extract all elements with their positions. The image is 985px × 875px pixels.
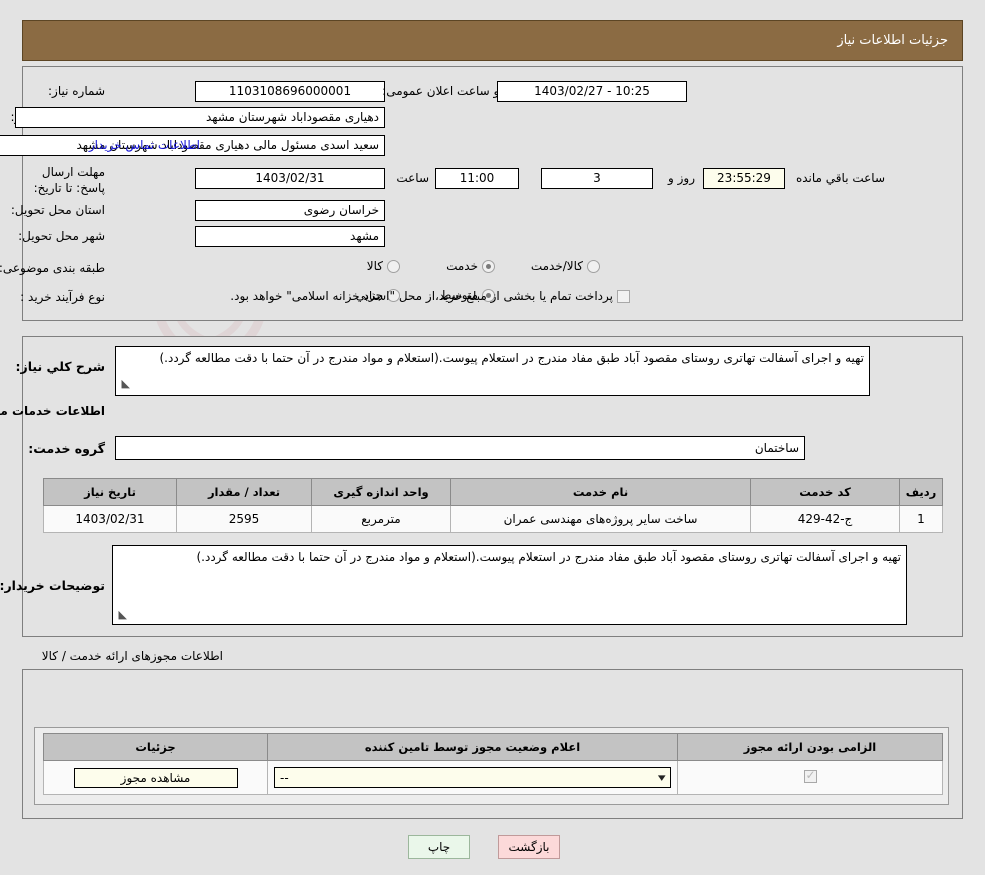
back-button[interactable]: بازگشت bbox=[498, 835, 560, 859]
label-process-type: نوع فرآیند خرید : bbox=[20, 290, 105, 304]
cell-quantity: 2595 bbox=[177, 506, 312, 533]
textarea-need-description[interactable]: تهیه و اجرای آسفالت تهاتری روستای مقصود … bbox=[115, 346, 870, 396]
th-unit: واحد اندازه گیری bbox=[312, 479, 451, 506]
th-service-code: کد خدمت bbox=[751, 479, 900, 506]
radio-label: کالا bbox=[367, 259, 383, 273]
view-license-button[interactable]: مشاهده مجوز bbox=[74, 768, 238, 788]
cell-service-name: ساخت سایر پروژه‌های مهندسی عمران bbox=[451, 506, 751, 533]
page-root: AriaTender.net جزئیات اطلاعات نیاز شماره… bbox=[0, 0, 985, 875]
value-days-left: 3 bbox=[541, 168, 653, 189]
th-license-details: جزئیات bbox=[44, 734, 268, 761]
checkbox-treasury-documents[interactable]: پرداخت تمام یا بخشی از مبلغ خرید،از محل … bbox=[230, 289, 630, 303]
value-need-number: 1103108696000001 bbox=[195, 81, 385, 102]
value-province: خراسان رضوی bbox=[195, 200, 385, 221]
label-province: استان محل تحویل: bbox=[11, 203, 105, 217]
radio-category-service[interactable]: خدمت bbox=[446, 259, 495, 273]
licenses-table-header-row: الزامی بودن ارائه مجوز اعلام وضعیت مجوز … bbox=[44, 734, 943, 761]
summary-panel bbox=[22, 66, 963, 321]
radio-circle[interactable] bbox=[587, 260, 600, 273]
th-row-no: ردیف bbox=[900, 479, 943, 506]
radio-label: خدمت bbox=[446, 259, 478, 273]
chevron-down-icon: ▾ bbox=[658, 771, 666, 784]
label-deadline: مهلت ارسال پاسخ: تا تاریخ: bbox=[20, 164, 105, 196]
radio-label: کالا/خدمت bbox=[531, 259, 583, 273]
cell-unit: مترمربع bbox=[312, 506, 451, 533]
table-row: ▾ -- مشاهده مجوز bbox=[44, 761, 943, 795]
radio-circle[interactable] bbox=[482, 260, 495, 273]
radio-category-goods[interactable]: کالا bbox=[367, 259, 400, 273]
value-announce-datetime: 10:25 - 1403/02/27 bbox=[497, 81, 687, 102]
label-hour: ساعت bbox=[396, 171, 429, 185]
radio-circle[interactable] bbox=[387, 260, 400, 273]
value-buyer-org: دهیاری مقصوداباد شهرستان مشهد bbox=[15, 107, 385, 128]
value-time-left: 23:55:29 bbox=[703, 168, 785, 189]
page-title: جزئیات اطلاعات نیاز bbox=[837, 33, 962, 48]
th-need-date: تاریخ نیاز bbox=[44, 479, 177, 506]
radio-category-goods-service[interactable]: کالا/خدمت bbox=[531, 259, 600, 273]
th-service-name: نام خدمت bbox=[451, 479, 751, 506]
services-table-header-row: ردیف کد خدمت نام خدمت واحد اندازه گیری ت… bbox=[44, 479, 943, 506]
value-city: مشهد bbox=[195, 226, 385, 247]
services-table: ردیف کد خدمت نام خدمت واحد اندازه گیری ت… bbox=[43, 478, 943, 533]
label-city: شهر محل تحویل: bbox=[18, 229, 105, 243]
th-license-required: الزامی بودن ارائه مجوز bbox=[678, 734, 943, 761]
label-service-group: گروه خدمت: bbox=[28, 441, 105, 456]
heading-services-info: اطلاعات خدمات مورد نیاز bbox=[0, 404, 105, 418]
label-hours-left: ساعت باقي مانده bbox=[796, 171, 885, 185]
cell-need-date: 1403/02/31 bbox=[44, 506, 177, 533]
value-deadline-hour: 11:00 bbox=[435, 168, 519, 189]
checkbox-box[interactable] bbox=[617, 290, 630, 303]
cell-license-required bbox=[678, 761, 943, 795]
label-category: طبقه بندی موضوعی: bbox=[0, 261, 105, 275]
label-days-and: روز و bbox=[668, 171, 695, 185]
cell-service-code: ج-42-429 bbox=[751, 506, 900, 533]
label-need-number: شماره نیاز: bbox=[48, 84, 105, 98]
print-button[interactable]: چاپ bbox=[408, 835, 470, 859]
label-need-description: شرح کلي نیاز: bbox=[16, 359, 105, 374]
cell-row-no: 1 bbox=[900, 506, 943, 533]
buyer-contact-link[interactable]: اطلاعات تماس خریدار bbox=[89, 138, 200, 152]
table-row: 1 ج-42-429 ساخت سایر پروژه‌های مهندسی عم… bbox=[44, 506, 943, 533]
heading-licenses: اطلاعات مجوزهای ارائه خدمت / کالا bbox=[42, 649, 223, 663]
value-deadline-date: 1403/02/31 bbox=[195, 168, 385, 189]
checkbox-label: پرداخت تمام یا بخشی از مبلغ خرید،از محل … bbox=[230, 289, 613, 303]
value-service-group: ساختمان bbox=[115, 436, 805, 460]
checkbox-license-required bbox=[804, 770, 817, 783]
textarea-buyer-notes[interactable]: تهیه و اجرای آسفالت تهاتری روستای مقصود … bbox=[112, 545, 907, 625]
select-license-status[interactable]: ▾ -- bbox=[274, 767, 671, 788]
label-buyer-notes: توضیحات خریدار: bbox=[0, 578, 105, 593]
th-quantity: تعداد / مقدار bbox=[177, 479, 312, 506]
page-header-bar: جزئیات اطلاعات نیاز bbox=[22, 20, 963, 61]
licenses-table: الزامی بودن ارائه مجوز اعلام وضعیت مجوز … bbox=[43, 733, 943, 795]
select-value: -- bbox=[280, 771, 289, 785]
cell-license-status: ▾ -- bbox=[268, 761, 678, 795]
th-license-status: اعلام وضعیت مجوز توسط تامین کننده bbox=[268, 734, 678, 761]
cell-license-details: مشاهده مجوز bbox=[44, 761, 268, 795]
